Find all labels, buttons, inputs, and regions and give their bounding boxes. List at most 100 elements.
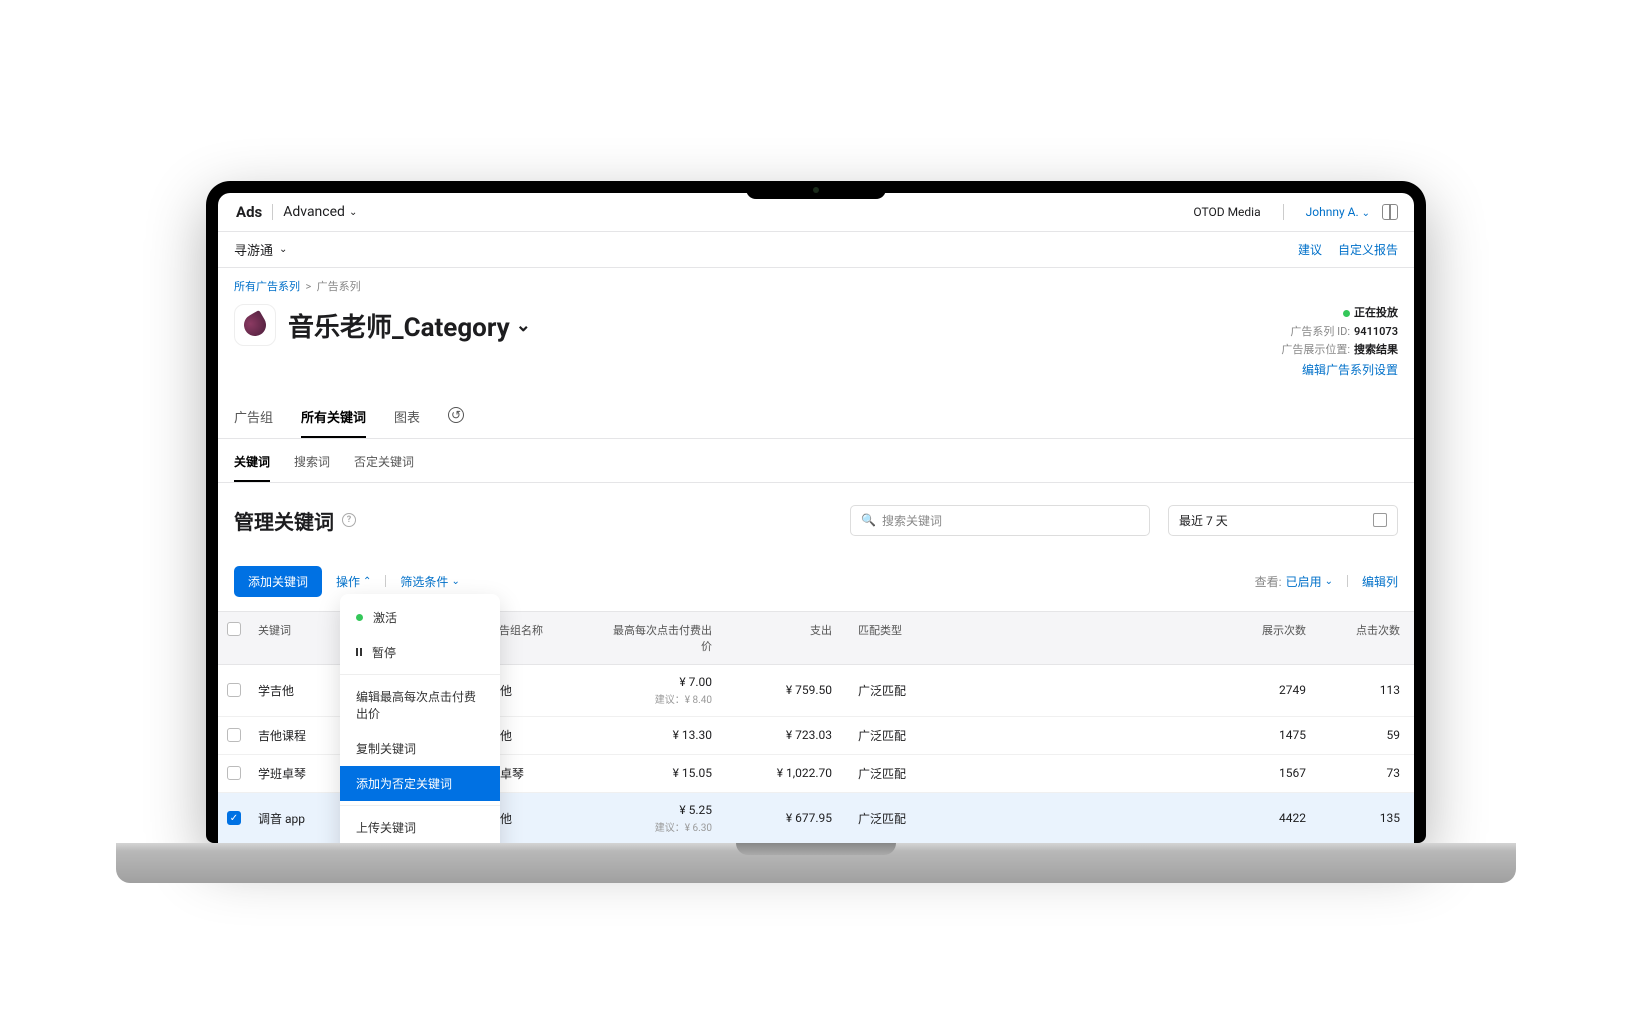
panel-toggle-icon[interactable] <box>1382 204 1398 220</box>
cell-match: 广泛匹配 <box>840 717 930 754</box>
dd-pause[interactable]: 暂停 <box>340 635 500 670</box>
row-checkbox[interactable] <box>227 683 241 697</box>
actions-dropdown-button[interactable]: 操作 ⌃ <box>336 573 371 590</box>
dd-edit-bid[interactable]: 编辑最高每次点击付费出价 <box>340 679 500 731</box>
custom-report-link[interactable]: 自定义报告 <box>1338 241 1398 258</box>
cell-bid[interactable]: ¥ 15.05 <box>600 756 720 790</box>
divider <box>340 674 500 675</box>
chevron-down-icon: ⌄ <box>451 576 459 587</box>
breadcrumb-current: 广告系列 <box>317 280 361 293</box>
app-name: 寻游通 <box>234 240 273 259</box>
col-taps[interactable]: 点击次数 <box>1314 612 1414 664</box>
col-spend[interactable]: 支出 <box>720 612 840 664</box>
add-keyword-button[interactable]: 添加关键词 <box>234 566 322 597</box>
chevron-down-icon: ⌄ <box>516 315 531 336</box>
tab-history[interactable] <box>448 399 464 438</box>
cell-bid[interactable]: ¥ 5.25建议：¥ 6.30 <box>600 793 720 843</box>
actions-dropdown: 激活 暂停 编辑最高每次点击付费出价 复制关键词 添加为否定关键词 上传关键词 … <box>340 594 500 843</box>
meta-placement-label: 广告展示位置: <box>1281 343 1350 356</box>
brand-logo[interactable]: Ads <box>234 203 262 221</box>
divider <box>340 805 500 806</box>
pause-icon <box>356 648 362 656</box>
subtab-keywords[interactable]: 关键词 <box>234 449 270 482</box>
row-checkbox[interactable] <box>227 766 241 780</box>
col-bid[interactable]: 最高每次点击付费出价 <box>600 612 720 664</box>
chevron-up-icon: ⌃ <box>363 576 371 587</box>
tab-adgroups[interactable]: 广告组 <box>234 399 273 438</box>
sub-tabs: 关键词 搜索词 否定关键词 <box>218 439 1414 483</box>
meta-id-label: 广告系列 ID: <box>1290 325 1350 338</box>
header-right: OTOD Media Johnny A. ⌄ <box>1193 204 1398 220</box>
subtab-negative[interactable]: 否定关键词 <box>354 449 414 482</box>
mode-selector[interactable]: Advanced ⌄ <box>283 204 357 220</box>
cell-keyword[interactable]: 学班卓琴 <box>250 755 350 792</box>
app-icon <box>234 304 276 346</box>
cell-impressions: 2749 <box>930 673 1314 707</box>
section-title: 管理关键词 <box>234 506 334 535</box>
calendar-icon <box>1373 513 1387 527</box>
search-input[interactable]: 🔍 搜索关键词 <box>850 505 1150 536</box>
help-icon[interactable]: ? <box>342 513 356 527</box>
status-badge: 正在投放 <box>1354 306 1398 319</box>
divider <box>272 204 273 220</box>
col-keyword[interactable]: 关键词 <box>250 612 350 664</box>
view-label: 查看: <box>1255 573 1282 590</box>
dd-add-negative[interactable]: 添加为否定关键词 <box>340 766 500 801</box>
divider <box>1347 575 1348 587</box>
dd-activate[interactable]: 激活 <box>340 600 500 635</box>
dd-upload[interactable]: 上传关键词 <box>340 810 500 843</box>
user-menu[interactable]: Johnny A. ⌄ <box>1306 205 1370 219</box>
screen: Ads Advanced ⌄ OTOD Media Johnny A. ⌄ 寻游… <box>218 193 1414 843</box>
cell-impressions: 1567 <box>930 756 1314 790</box>
cell-spend: ¥ 1,022.70 <box>720 756 840 790</box>
app-selector[interactable]: 寻游通 ⌄ <box>234 240 287 259</box>
cell-bid[interactable]: ¥ 7.00建议：¥ 8.40 <box>600 665 720 716</box>
history-icon <box>448 407 464 423</box>
subtab-search-terms[interactable]: 搜索词 <box>294 449 330 482</box>
cell-keyword[interactable]: 调音 app <box>250 800 350 837</box>
cell-keyword[interactable]: 学吉他 <box>250 672 350 709</box>
suggestions-link[interactable]: 建议 <box>1298 241 1322 258</box>
campaign-title-area: 音乐老师_Category ⌄ 正在投放 广告系列 ID: 9411073 广告展… <box>218 298 1414 399</box>
date-range-picker[interactable]: 最近 7 天 <box>1168 505 1398 536</box>
col-impressions[interactable]: 展示次数 <box>930 612 1314 664</box>
dd-copy-keyword[interactable]: 复制关键词 <box>340 731 500 766</box>
filters-button[interactable]: 筛选条件 ⌄ <box>400 573 459 590</box>
select-all-checkbox[interactable] <box>227 622 241 636</box>
breadcrumb: 所有广告系列 > 广告系列 <box>218 268 1414 298</box>
laptop-frame: Ads Advanced ⌄ OTOD Media Johnny A. ⌄ 寻游… <box>206 181 1426 843</box>
breadcrumb-root[interactable]: 所有广告系列 <box>234 280 300 293</box>
divider <box>385 575 386 587</box>
cell-spend: ¥ 759.50 <box>720 673 840 707</box>
laptop-base <box>116 843 1516 883</box>
date-range-value: 最近 7 天 <box>1179 512 1228 529</box>
edit-columns-link[interactable]: 编辑列 <box>1362 573 1398 590</box>
cell-keyword[interactable]: 吉他课程 <box>250 717 350 754</box>
cell-taps: 73 <box>1314 756 1414 790</box>
leaf-icon <box>240 310 270 340</box>
cell-match: 广泛匹配 <box>840 672 930 709</box>
row-checkbox[interactable]: ✓ <box>227 811 241 825</box>
cell-impressions: 4422 <box>930 801 1314 835</box>
row-checkbox[interactable] <box>227 728 241 742</box>
status-dot-icon <box>1343 310 1350 317</box>
org-name[interactable]: OTOD Media <box>1193 205 1260 219</box>
divider <box>1283 204 1284 220</box>
tab-all-keywords[interactable]: 所有关键词 <box>301 399 366 438</box>
meta-id-value: 9411073 <box>1354 325 1398 338</box>
tab-charts[interactable]: 图表 <box>394 399 420 438</box>
cell-spend: ¥ 723.03 <box>720 718 840 752</box>
status-dot-icon <box>356 614 363 621</box>
view-filter[interactable]: 已启用 ⌄ <box>1286 573 1333 590</box>
page-title: 音乐老师_Category <box>288 307 510 344</box>
cell-bid[interactable]: ¥ 13.30 <box>600 718 720 752</box>
cell-match: 广泛匹配 <box>840 755 930 792</box>
cell-taps: 135 <box>1314 801 1414 835</box>
chevron-down-icon: ⌄ <box>349 207 357 218</box>
sub-header: 寻游通 ⌄ 建议 自定义报告 <box>218 232 1414 268</box>
chevron-down-icon: ⌄ <box>1362 208 1370 219</box>
edit-campaign-link[interactable]: 编辑广告系列设置 <box>1302 363 1398 377</box>
campaign-title[interactable]: 音乐老师_Category ⌄ <box>288 307 531 344</box>
chevron-down-icon: ⌄ <box>1325 576 1333 587</box>
col-match[interactable]: 匹配类型 <box>840 612 930 664</box>
